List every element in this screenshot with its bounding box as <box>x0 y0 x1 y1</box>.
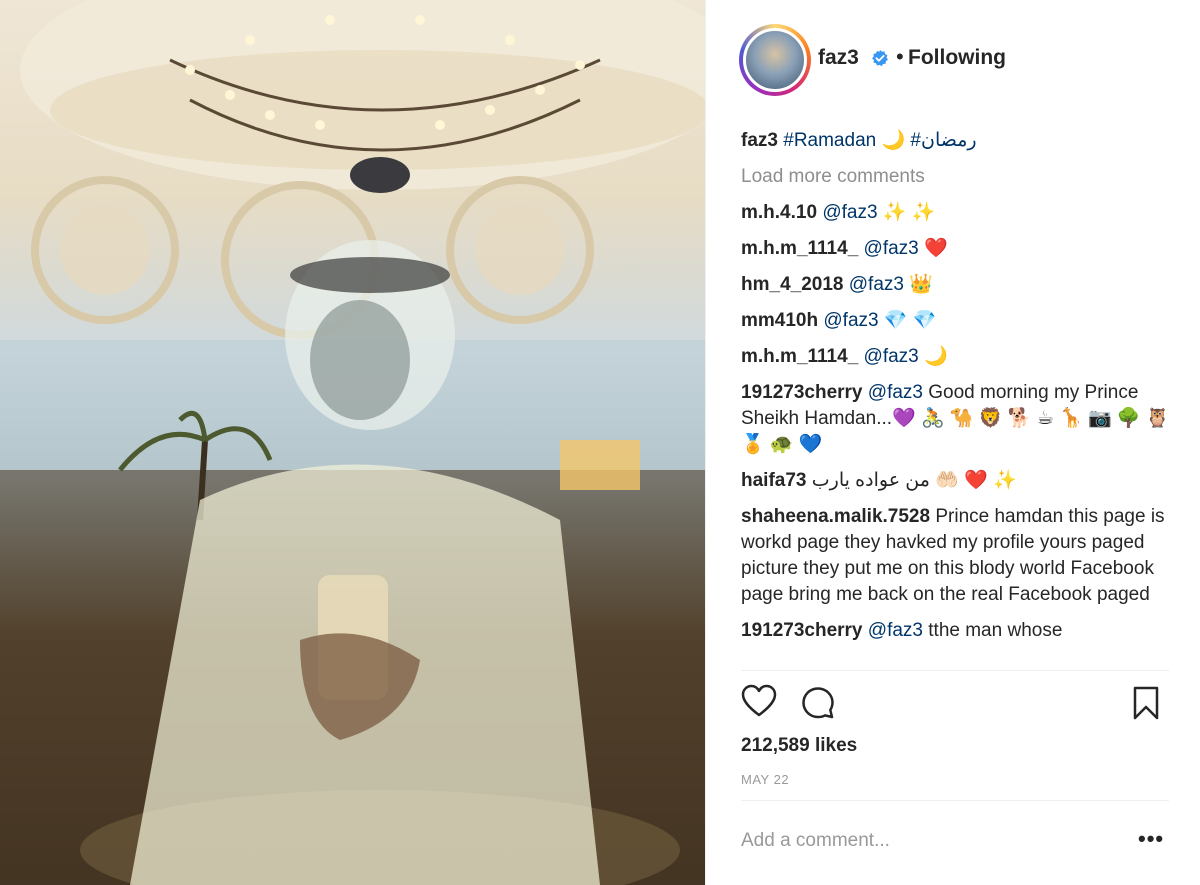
comment-username[interactable]: m.h.m_1114_ <box>741 238 858 259</box>
header-separator: • <box>896 44 904 69</box>
comment-username[interactable]: shaheena.malik.7528 <box>741 506 930 527</box>
comment-text: @faz3 ❤️ <box>863 238 948 259</box>
comments-list[interactable]: faz3 #Ramadan 🌙 #رمضان Load more comment… <box>741 128 1171 670</box>
comment-item: 191273cherry @faz3 tthe man whose <box>741 618 1171 644</box>
comment-username[interactable]: haifa73 <box>741 470 806 491</box>
load-more-comments-link[interactable]: Load more comments <box>741 164 1171 190</box>
comment-item: hm_4_2018 @faz3 👑 <box>741 272 1171 298</box>
comment-username[interactable]: m.h.4.10 <box>741 202 817 223</box>
comment-item: shaheena.malik.7528 Prince hamdan this p… <box>741 504 1171 608</box>
caption-hashtag-arabic[interactable]: #رمضان <box>910 130 976 151</box>
comment-username[interactable]: 191273cherry <box>741 382 863 403</box>
comment-bubble-icon[interactable] <box>801 686 835 720</box>
post-photo[interactable] <box>0 0 705 885</box>
verified-badge-icon <box>872 49 888 67</box>
comment-text: @faz3 💎 💎 <box>823 310 937 331</box>
instagram-post: faz3 • Following faz3 #Ramadan 🌙 #رمضان … <box>0 0 1200 885</box>
comment-item: mm410h @faz3 💎 💎 <box>741 308 1171 334</box>
divider <box>741 670 1169 671</box>
comment-mention[interactable]: @faz3 <box>822 202 877 223</box>
likes-count[interactable]: 212,589 likes <box>741 735 857 757</box>
comment-item: m.h.m_1114_ @faz3 🌙 <box>741 344 1171 370</box>
more-options-button[interactable]: ••• <box>1138 826 1164 852</box>
comment-text: من عواده يارب 🤲🏻 ❤️ ✨ <box>811 470 1017 491</box>
comment-text: @faz3 👑 <box>848 274 933 295</box>
comment-username[interactable]: m.h.m_1114_ <box>741 346 858 367</box>
comment-item: m.h.m_1114_ @faz3 ❤️ <box>741 236 1171 262</box>
following-button[interactable]: Following <box>908 46 1006 70</box>
caption-hashtag-ramadan[interactable]: #Ramadan 🌙 <box>783 130 905 151</box>
comment-text: @faz3 tthe man whose <box>867 620 1063 641</box>
comment-username[interactable]: 191273cherry <box>741 620 863 641</box>
avatar-image <box>743 28 807 92</box>
photo-illustration <box>0 0 705 885</box>
divider <box>741 800 1169 801</box>
header-username[interactable]: faz3 <box>818 46 859 70</box>
comment-mention[interactable]: @faz3 <box>864 346 919 367</box>
comment-mention[interactable]: @faz3 <box>868 382 923 403</box>
caption: faz3 #Ramadan 🌙 #رمضان <box>741 128 1171 154</box>
comment-mention[interactable]: @faz3 <box>849 274 904 295</box>
comment-mention[interactable]: @faz3 <box>823 310 878 331</box>
comment-username[interactable]: mm410h <box>741 310 818 331</box>
comment-username[interactable]: hm_4_2018 <box>741 274 843 295</box>
comment-mention[interactable]: @faz3 <box>868 620 923 641</box>
post-date[interactable]: MAY 22 <box>741 772 789 787</box>
add-comment-input[interactable]: Add a comment... <box>741 830 890 852</box>
heart-icon[interactable] <box>741 684 777 718</box>
post-header: faz3 • Following <box>706 0 1200 120</box>
caption-username[interactable]: faz3 <box>741 130 778 151</box>
bookmark-icon[interactable] <box>1132 686 1160 720</box>
post-side-panel: faz3 • Following faz3 #Ramadan 🌙 #رمضان … <box>705 0 1200 885</box>
comment-item: 191273cherry @faz3 Good morning my Princ… <box>741 380 1171 458</box>
comment-text: @faz3 🌙 <box>863 346 948 367</box>
avatar[interactable] <box>739 24 811 96</box>
comment-item: haifa73 من عواده يارب 🤲🏻 ❤️ ✨ <box>741 468 1171 494</box>
comment-mention[interactable]: @faz3 <box>864 238 919 259</box>
comment-item: m.h.4.10 @faz3 ✨ ✨ <box>741 200 1171 226</box>
comment-text: @faz3 ✨ ✨ <box>822 202 936 223</box>
